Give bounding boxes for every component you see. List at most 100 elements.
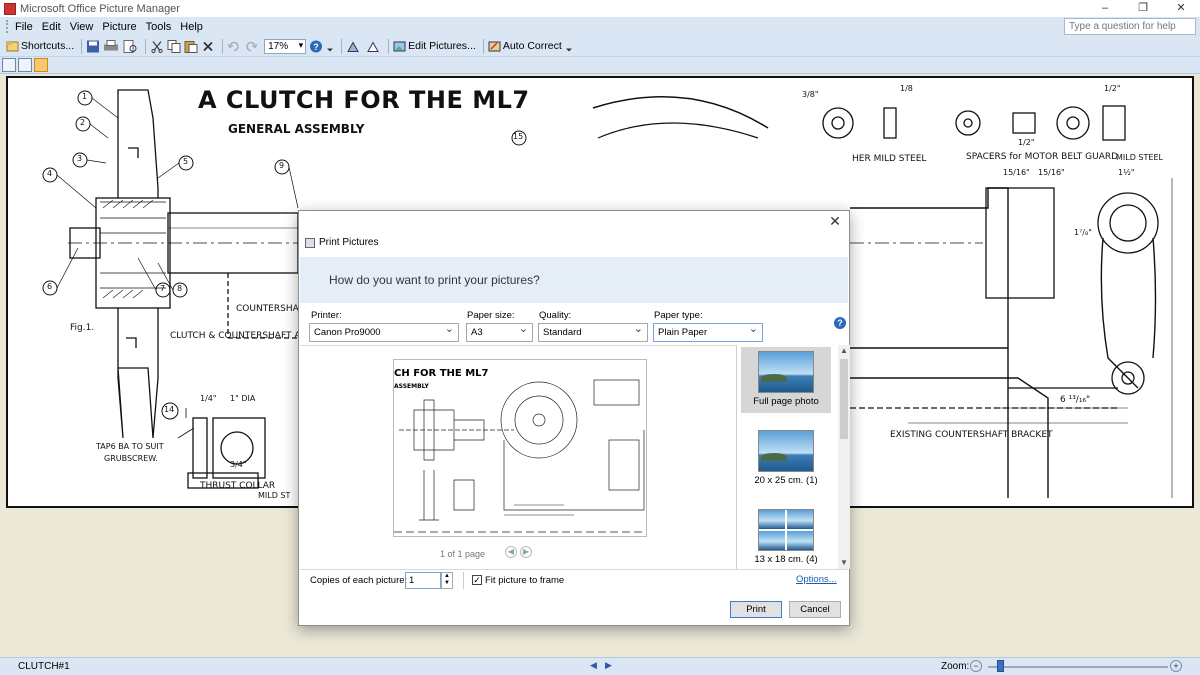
menu-help[interactable]: Help — [180, 21, 203, 33]
dialog-close-button[interactable]: ✕ — [827, 213, 843, 229]
printer-select[interactable]: Canon Pro9000 — [309, 321, 459, 342]
layout-label: Full page photo — [753, 396, 819, 407]
toolbar-options-icon[interactable] — [326, 37, 334, 56]
fit-label: Fit picture to frame — [485, 575, 565, 586]
zoom-out-icon[interactable]: − — [970, 660, 982, 672]
single-picture-view-button[interactable] — [34, 58, 48, 72]
assembly-label: CLUTCH & COUNTERSHAFT ASS — [170, 331, 312, 341]
dialog-question: How do you want to print your pictures? — [329, 273, 540, 287]
zoom-in-icon[interactable]: + — [1170, 660, 1182, 672]
print-pictures-icon — [305, 237, 315, 248]
print-pictures-dialog: ✕ Print Pictures How do you want to prin… — [298, 210, 850, 626]
toolbar-separator — [145, 38, 147, 54]
rotate-left-icon[interactable] — [346, 37, 362, 56]
edit-pictures-label: Edit Pictures... — [408, 40, 476, 52]
options-link[interactable]: Options... — [796, 574, 837, 585]
menubar-grip[interactable] — [6, 20, 9, 33]
zoom-label: Zoom: — [941, 661, 970, 672]
quality-label: Quality: — [539, 310, 572, 321]
scroll-up-icon[interactable]: ▲ — [838, 345, 850, 357]
next-picture-icon[interactable]: ▶ — [605, 660, 612, 671]
close-window-button[interactable]: ✕ — [1162, 0, 1200, 17]
print-preview-icon[interactable] — [122, 37, 138, 56]
fig-label: Fig.1. — [70, 323, 95, 333]
layout-full-page[interactable]: Full page photo — [741, 347, 831, 413]
copy-icon[interactable] — [167, 37, 181, 56]
printer-label: Printer: — [311, 310, 342, 321]
washer-dim-a: 1/8 — [900, 84, 913, 93]
page-navigation: ◀ ▶ — [505, 546, 535, 558]
print-icon[interactable] — [103, 37, 119, 56]
bracket-length-dimension: 6 ¹³/₁₆" — [1060, 395, 1091, 405]
layout-13x18[interactable]: 13 x 18 cm. (4) — [741, 505, 831, 571]
print-button[interactable]: Print — [730, 601, 782, 618]
fit-checkbox[interactable]: ✓ — [472, 575, 482, 585]
dialog-help-icon[interactable]: ? — [834, 317, 846, 329]
next-page-icon[interactable]: ▶ — [520, 546, 532, 558]
redo-icon[interactable] — [244, 37, 258, 56]
full-page-thumbnail — [758, 351, 814, 393]
copies-stepper[interactable]: ▲ ▼ — [441, 572, 453, 589]
quality-select[interactable]: Standard — [538, 321, 648, 342]
bracket-dim-b: 15/16" — [1038, 168, 1065, 177]
preview-page: CH FOR THE ML7 ASSEMBLY — [393, 359, 647, 537]
rotate-right-icon[interactable] — [365, 37, 381, 56]
help-search-input[interactable]: Type a question for help — [1064, 18, 1196, 35]
menu-file[interactable]: File — [15, 21, 33, 33]
drawing-subtitle: GENERAL ASSEMBLY — [228, 122, 365, 136]
cut-icon[interactable] — [150, 37, 164, 56]
restore-button[interactable]: ❐ — [1124, 0, 1162, 17]
toolbar-options-icon[interactable] — [565, 37, 573, 56]
layout-scrollbar[interactable]: ▲ ▼ — [838, 345, 850, 569]
shortcuts-button[interactable]: Shortcuts... — [6, 37, 74, 56]
callout-1: 1 — [82, 92, 88, 101]
save-icon[interactable] — [86, 37, 100, 56]
thumbnail-view-button[interactable] — [2, 58, 16, 72]
auto-correct-button[interactable]: Auto Correct — [488, 37, 562, 56]
tap-label: TAP6 BA TO SUIT — [96, 442, 164, 451]
auto-correct-icon — [488, 41, 501, 51]
edit-pictures-button[interactable]: Edit Pictures... — [393, 37, 476, 56]
zoom-slider-thumb[interactable] — [997, 660, 1004, 672]
menu-edit[interactable]: Edit — [42, 21, 61, 33]
dialog-options-row: Copies of each picture: 1 ▲ ▼ ✓ Fit pictu… — [300, 569, 848, 591]
print-preview-area: CH FOR THE ML7 ASSEMBLY 1 of 1 page ◀ ▶ — [300, 345, 736, 569]
spacers-material: MILD STEEL — [1116, 153, 1163, 162]
paste-icon[interactable] — [184, 37, 198, 56]
zoom-select[interactable]: 17% — [264, 38, 307, 54]
20x25-thumbnail — [758, 430, 814, 472]
drawing-title: A CLUTCH FOR THE ML7 — [198, 86, 530, 114]
auto-correct-label: Auto Correct — [502, 40, 562, 52]
toolbar: Shortcuts... 17% ? Edit Pictures... Auto… — [0, 36, 1200, 57]
filmstrip-view-button[interactable] — [18, 58, 32, 72]
layout-20x25[interactable]: 20 x 25 cm. (1) — [741, 426, 831, 492]
window-controls: – ❐ ✕ — [1086, 0, 1200, 17]
dialog-title-text: Print Pictures — [319, 237, 379, 248]
copies-input[interactable]: 1 — [405, 572, 441, 589]
cancel-button[interactable]: Cancel — [789, 601, 841, 618]
previous-page-icon[interactable]: ◀ — [505, 546, 517, 558]
help-icon[interactable]: ? — [309, 37, 323, 56]
delete-icon[interactable] — [201, 37, 215, 56]
thrust-bore-dimension: 3/4" — [230, 460, 247, 469]
thrust-width-dimension: 1/4" — [200, 394, 217, 403]
13x18-thumbnail — [758, 509, 814, 551]
zoom-slider-track[interactable] — [988, 666, 1168, 668]
minimize-button[interactable]: – — [1086, 0, 1124, 17]
layout-list: Full page photo 20 x 25 cm. (1) 13 x 18 … — [736, 345, 850, 569]
callout-6: 6 — [47, 282, 53, 291]
menu-picture[interactable]: Picture — [102, 21, 136, 33]
paper-size-label: Paper size: — [467, 310, 515, 321]
dialog-header: How do you want to print your pictures? — [300, 257, 848, 303]
status-bar: CLUTCH#1 ◀ ▶ Zoom: − + — [0, 657, 1200, 675]
paper-size-select[interactable]: A3 — [466, 321, 533, 342]
previous-picture-icon[interactable]: ◀ — [590, 660, 597, 671]
menu-tools[interactable]: Tools — [146, 21, 172, 33]
dialog-title: Print Pictures — [305, 237, 378, 248]
menu-view[interactable]: View — [70, 21, 94, 33]
washer-dim-b: 3/8" — [802, 90, 819, 99]
scroll-down-icon[interactable]: ▼ — [838, 557, 850, 569]
paper-type-select[interactable]: Plain Paper — [653, 321, 763, 342]
undo-icon[interactable] — [227, 37, 241, 56]
scroll-thumb[interactable] — [840, 359, 848, 439]
